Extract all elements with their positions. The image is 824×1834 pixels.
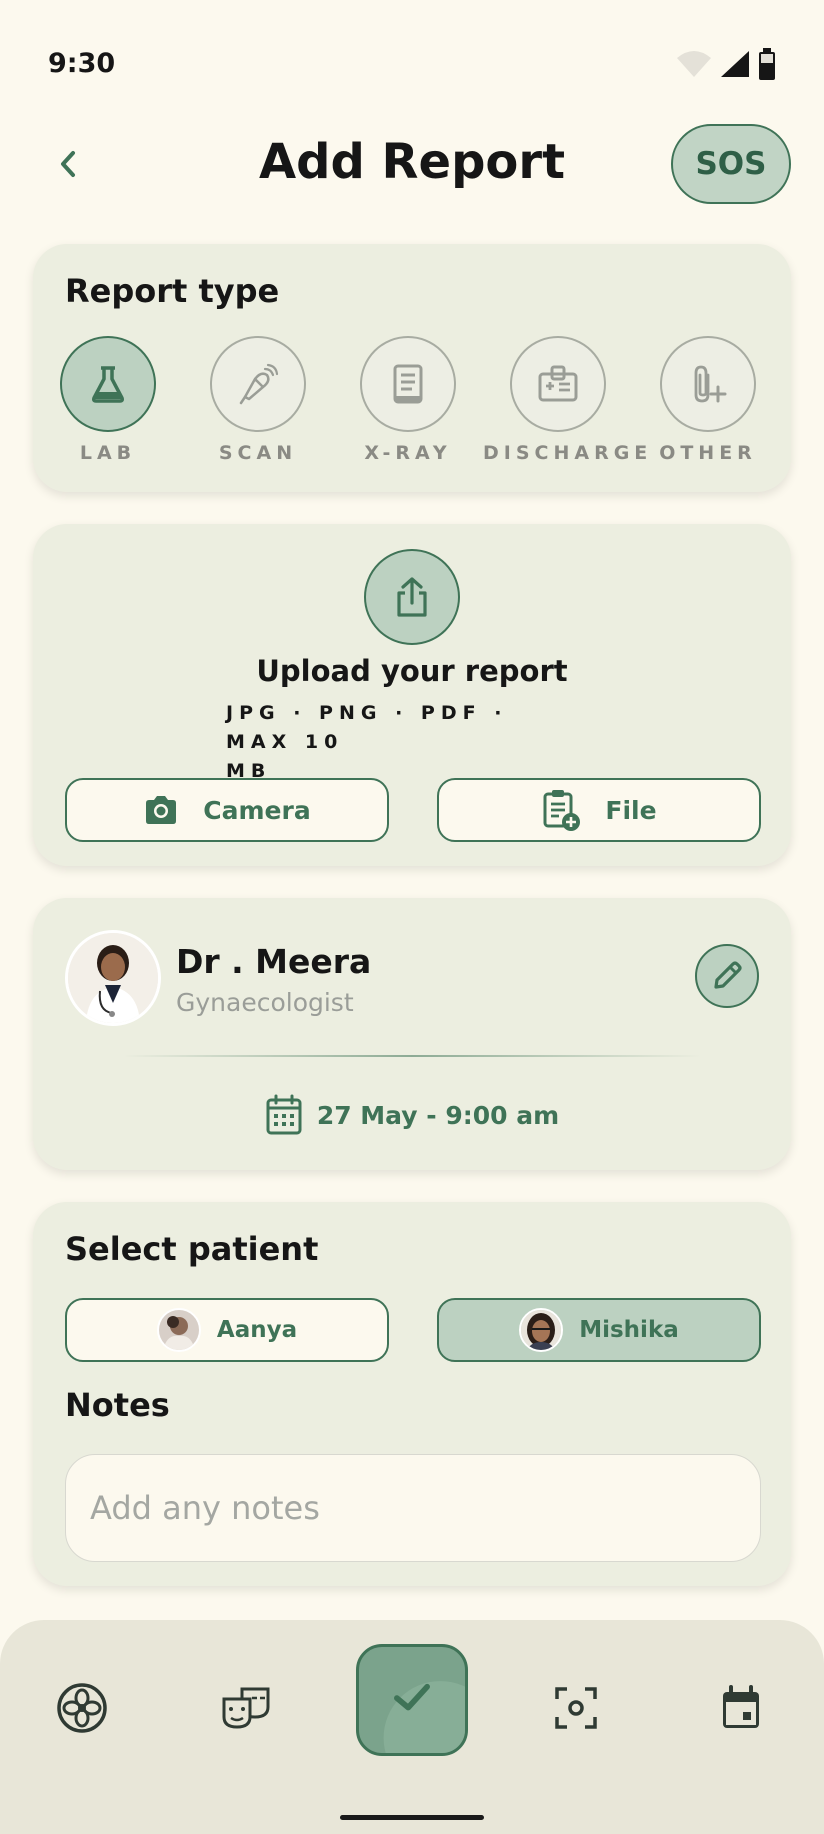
appointment-text: 27 May - 9:00 am xyxy=(316,1100,560,1130)
bottom-navigation xyxy=(0,1620,824,1834)
pencil-icon xyxy=(714,961,742,989)
doctor-card: Dr . Meera Gynaecologist 27 May - 9:00 a… xyxy=(33,898,791,1170)
edit-doctor-button[interactable] xyxy=(695,944,759,1008)
notes-input[interactable] xyxy=(65,1454,761,1562)
battery-icon xyxy=(759,48,775,80)
signal-icon xyxy=(721,51,749,77)
masks-icon xyxy=(222,1687,270,1729)
report-type-title: Report type xyxy=(65,272,280,310)
patient-card: Select patient Aanya Mishika Notes xyxy=(33,1202,791,1586)
home-indicator xyxy=(340,1815,484,1820)
report-type-label: OTHER xyxy=(659,442,757,464)
file-label: File xyxy=(605,795,657,825)
patient-name: Mishika xyxy=(579,1317,679,1343)
select-patient-title: Select patient xyxy=(65,1230,319,1268)
sos-button[interactable]: SOS xyxy=(671,124,791,204)
camera-icon xyxy=(146,796,177,824)
scan-focus-icon xyxy=(555,1687,597,1729)
patient-avatar xyxy=(156,1308,201,1352)
clipboard-add-icon xyxy=(543,790,581,831)
upload-button[interactable] xyxy=(364,549,460,645)
report-type-card: Report type LAB SCAN X-RAY DISCHARGE OTH… xyxy=(33,244,791,492)
patient-option-mishika[interactable]: Mishika xyxy=(437,1298,761,1362)
appointment-datetime: 27 May - 9:00 am xyxy=(33,1094,791,1136)
medical-id-icon xyxy=(538,365,578,402)
calendar-icon xyxy=(723,1685,759,1728)
report-type-scan[interactable]: SCAN xyxy=(183,336,333,464)
upload-formats-line: JPG · PNG · PDF · MAX 10 xyxy=(226,702,508,753)
header: Add Report SOS xyxy=(0,120,824,210)
doctor-name: Dr . Meera xyxy=(176,942,372,981)
report-type-label: DISCHARGE xyxy=(483,442,653,464)
status-time: 9:30 xyxy=(48,48,116,79)
upload-formats: JPG · PNG · PDF · MAX 10 MB xyxy=(226,699,566,786)
report-type-label: LAB xyxy=(79,442,137,464)
patient-avatar xyxy=(519,1308,564,1352)
nav-item-confirm[interactable] xyxy=(356,1644,468,1756)
report-type-other[interactable]: OTHER xyxy=(633,336,783,464)
attachment-add-icon xyxy=(694,365,727,403)
status-bar: 9:30 xyxy=(0,0,824,110)
document-icon xyxy=(393,364,423,404)
doctor-specialty: Gynaecologist xyxy=(176,988,354,1017)
nav-item-calendar[interactable] xyxy=(711,1678,771,1738)
report-type-label: SCAN xyxy=(218,442,298,464)
report-type-label: X-RAY xyxy=(364,442,452,464)
wifi-icon xyxy=(677,51,711,77)
upload-card: Upload your report JPG · PNG · PDF · MAX… xyxy=(33,524,791,866)
report-type-lab[interactable]: LAB xyxy=(33,336,183,464)
flask-icon xyxy=(92,366,124,403)
share-upload-icon xyxy=(397,577,427,617)
doctor-avatar-image xyxy=(68,933,158,1023)
upload-title: Upload your report xyxy=(256,654,568,688)
flower-icon xyxy=(57,1683,107,1733)
doctor-avatar xyxy=(65,930,161,1026)
status-icons xyxy=(676,48,776,80)
patient-name: Aanya xyxy=(216,1317,298,1343)
report-type-discharge[interactable]: DISCHARGE xyxy=(483,336,653,464)
report-type-xray[interactable]: X-RAY xyxy=(333,336,483,464)
divider xyxy=(123,1055,701,1057)
patient-option-aanya[interactable]: Aanya xyxy=(65,1298,389,1362)
camera-label: Camera xyxy=(203,795,311,825)
camera-button[interactable]: Camera xyxy=(65,778,389,842)
nav-item-wellness[interactable] xyxy=(52,1678,112,1738)
nav-item-scan[interactable] xyxy=(546,1678,606,1738)
nav-item-mood[interactable] xyxy=(216,1678,276,1738)
ultrasound-probe-icon xyxy=(239,363,279,405)
check-icon xyxy=(383,1681,465,1753)
calendar-icon xyxy=(266,1094,302,1135)
file-button[interactable]: File xyxy=(437,778,761,842)
notes-title: Notes xyxy=(65,1386,170,1424)
